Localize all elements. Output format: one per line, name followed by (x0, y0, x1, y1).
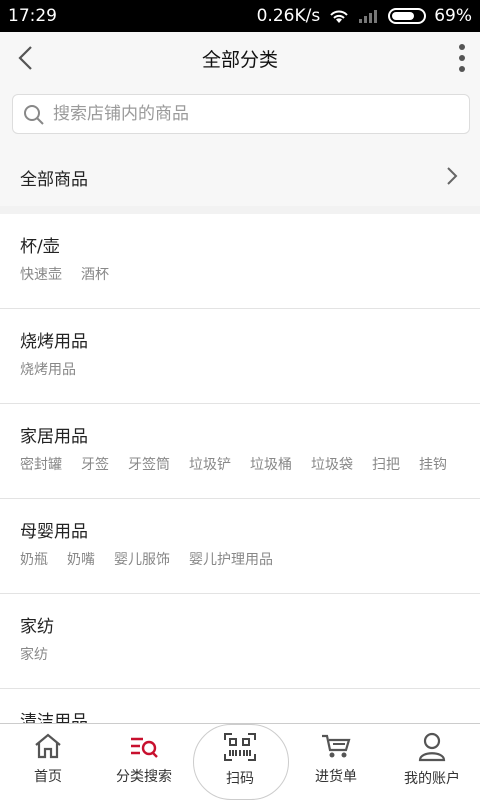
category-name: 清洁用品 (20, 712, 88, 723)
category-item[interactable]: 烧烤用品 烧烤用品 (0, 309, 480, 404)
category-list: 杯/壶 快速壶 酒杯 烧烤用品 烧烤用品 家居用品 密封罐 牙签 牙签筒 垃圾铲… (0, 214, 480, 723)
tab-label: 我的账户 (404, 771, 460, 787)
page-title: 全部分类 (201, 49, 278, 71)
category-name: 母婴用品 (20, 522, 88, 542)
all-products-row[interactable]: 全部商品 (0, 146, 480, 206)
tab-my-account[interactable]: 我的账户 (384, 732, 480, 788)
category-item[interactable]: 家纺 家纺 (0, 594, 480, 689)
more-menu-icon[interactable] (458, 44, 466, 72)
subcategory-link[interactable]: 垃圾铲 (189, 454, 231, 474)
subcategory-link[interactable]: 扫把 (372, 454, 400, 474)
bottom-tab-bar: 首页 分类搜索 扫码 进货单 我的账户 (0, 723, 480, 800)
search-box[interactable] (12, 94, 470, 134)
subcategory-link[interactable]: 快速壶 (20, 264, 62, 284)
subcategory-link[interactable]: 垃圾桶 (250, 454, 292, 474)
subcategory-link[interactable]: 婴儿服饰 (114, 549, 170, 569)
category-name: 烧烤用品 (20, 332, 88, 352)
category-name: 杯/壶 (20, 237, 60, 257)
search-input[interactable] (53, 101, 453, 127)
chevron-right-icon (447, 167, 458, 185)
subcategory-link[interactable]: 奶嘴 (67, 549, 95, 569)
tab-label: 扫码 (226, 771, 254, 787)
tab-label: 分类搜索 (116, 769, 172, 785)
tab-label: 首页 (34, 769, 62, 785)
tab-purchase-list[interactable]: 进货单 (288, 732, 384, 786)
subcategory-link[interactable]: 密封罐 (20, 454, 62, 474)
tab-category-search[interactable]: 分类搜索 (96, 732, 192, 786)
subcategory-link[interactable]: 挂钩 (419, 454, 447, 474)
subcategory-link[interactable]: 垃圾袋 (311, 454, 353, 474)
subcategory-link[interactable]: 烧烤用品 (20, 359, 76, 379)
subcategory-link[interactable]: 奶瓶 (20, 549, 48, 569)
category-item[interactable]: 杯/壶 快速壶 酒杯 (0, 214, 480, 309)
category-search-icon (131, 737, 158, 758)
battery-icon (388, 8, 427, 24)
network-speed: 0.26K/s (256, 6, 321, 26)
subcategory-link[interactable]: 婴儿护理用品 (189, 549, 273, 569)
subcategory-link[interactable]: 酒杯 (81, 264, 109, 284)
tab-scan[interactable]: 扫码 (192, 732, 288, 788)
category-item[interactable]: 清洁用品 (0, 689, 480, 723)
status-time: 17:29 (8, 6, 57, 26)
subcategory-link[interactable]: 家纺 (20, 644, 48, 664)
status-bar: 17:29 0.26K/s 69% (0, 0, 480, 32)
user-icon (418, 732, 446, 762)
search-icon (24, 105, 44, 125)
wifi-icon (330, 10, 348, 23)
subcategory-link[interactable]: 牙签 (81, 454, 109, 474)
search-area (0, 84, 480, 146)
tab-label: 进货单 (315, 769, 357, 785)
category-name: 家居用品 (20, 427, 88, 447)
signal-icon (359, 10, 378, 23)
category-item[interactable]: 母婴用品 奶瓶 奶嘴 婴儿服饰 婴儿护理用品 (0, 499, 480, 594)
app-header: 全部分类 (0, 32, 480, 84)
cart-icon (322, 734, 351, 758)
tab-home[interactable]: 首页 (0, 732, 96, 786)
subcategory-link[interactable]: 牙签筒 (128, 454, 170, 474)
home-icon (35, 733, 61, 759)
barcode-scan-icon (224, 733, 256, 761)
category-name: 家纺 (20, 617, 54, 637)
battery-level: 69% (434, 6, 472, 26)
all-products-label: 全部商品 (20, 170, 88, 190)
category-item[interactable]: 家居用品 密封罐 牙签 牙签筒 垃圾铲 垃圾桶 垃圾袋 扫把 挂钩 (0, 404, 480, 499)
